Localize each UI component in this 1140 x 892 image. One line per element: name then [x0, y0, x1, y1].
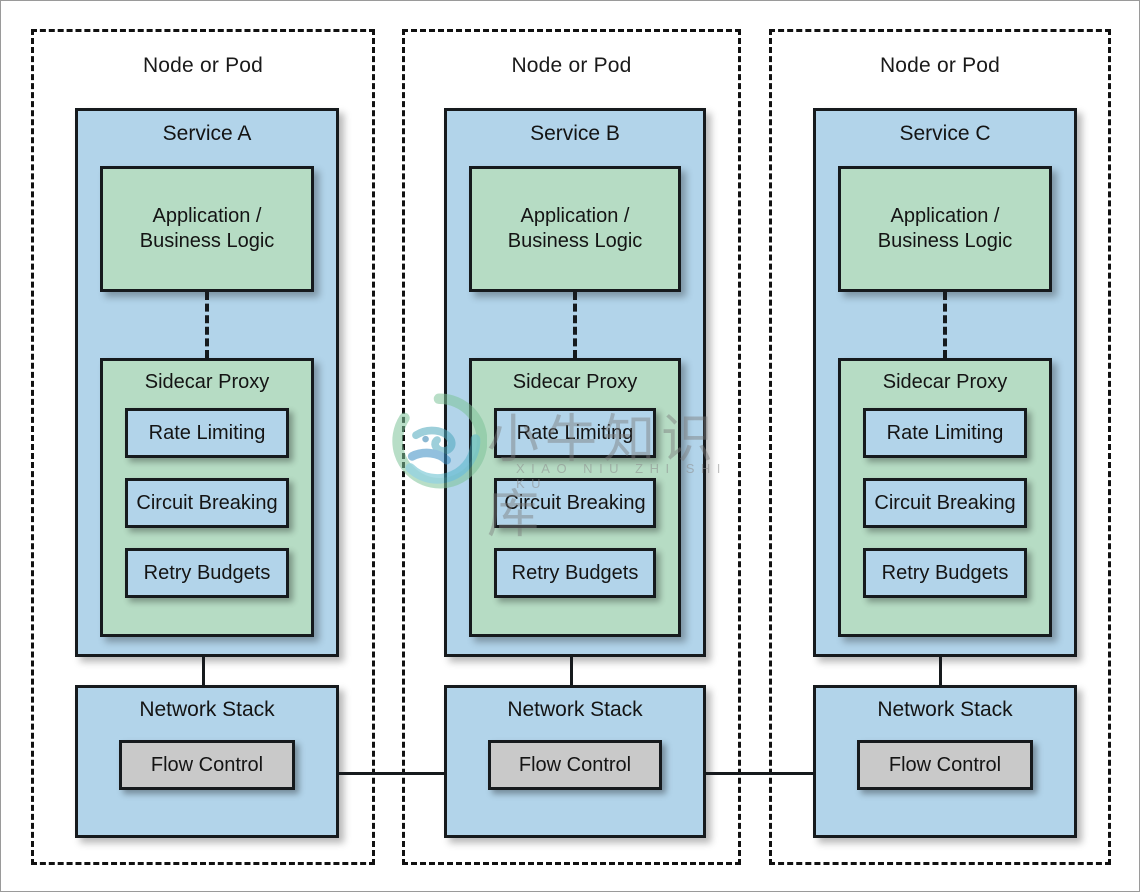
sidecar-proxy-box: Sidecar Proxy Rate Limiting Circuit Brea…	[100, 358, 314, 637]
feature-label: Retry Budgets	[881, 561, 1009, 584]
network-stack-box: Network Stack Flow Control	[813, 685, 1077, 838]
application-label-line2: Business Logic	[507, 230, 643, 252]
feature-label: Circuit Breaking	[504, 491, 646, 514]
node-panel-title: Node or Pod	[879, 54, 1001, 77]
application-business-logic-box: Application / Business Logic	[100, 166, 314, 292]
application-label-line2: Business Logic	[139, 230, 275, 252]
node-or-pod-panel-2: Node or Pod Service B Application / Busi…	[402, 29, 741, 865]
node-or-pod-panel-3: Node or Pod Service C Application / Busi…	[769, 29, 1111, 865]
sidecar-proxy-title: Sidecar Proxy	[144, 371, 270, 393]
flow-control-box: Flow Control	[119, 740, 295, 790]
feature-rate-limiting: Rate Limiting	[863, 408, 1027, 458]
sidecar-proxy-title: Sidecar Proxy	[512, 371, 638, 393]
application-label: Application / Business Logic	[508, 204, 643, 254]
service-to-network-stack-connector	[570, 657, 573, 685]
feature-label: Rate Limiting	[886, 421, 1004, 444]
network-stack-box: Network Stack Flow Control	[444, 685, 706, 838]
node-panel-title: Node or Pod	[511, 54, 632, 77]
app-to-sidecar-dashed-connector	[943, 292, 947, 358]
feature-retry-budgets: Retry Budgets	[494, 548, 656, 598]
feature-rate-limiting: Rate Limiting	[494, 408, 656, 458]
feature-retry-budgets: Retry Budgets	[863, 548, 1027, 598]
sidecar-feature-list: Rate Limiting Circuit Breaking Retry Bud…	[494, 408, 656, 616]
diagram-canvas: Node or Pod Service A Application / Busi…	[0, 0, 1140, 892]
feature-label: Rate Limiting	[516, 421, 634, 444]
service-box-c: Service C Application / Business Logic S…	[813, 108, 1077, 657]
feature-label: Rate Limiting	[148, 421, 266, 444]
flow-control-box: Flow Control	[488, 740, 662, 790]
service-box-b: Service B Application / Business Logic S…	[444, 108, 706, 657]
feature-label: Circuit Breaking	[136, 491, 278, 514]
network-stack-title: Network Stack	[877, 698, 1013, 721]
service-title: Service C	[899, 122, 991, 145]
feature-label: Retry Budgets	[511, 561, 639, 584]
sidecar-feature-list: Rate Limiting Circuit Breaking Retry Bud…	[863, 408, 1027, 616]
sidecar-proxy-box: Sidecar Proxy Rate Limiting Circuit Brea…	[469, 358, 681, 637]
app-to-sidecar-dashed-connector	[573, 292, 577, 358]
network-stack-title: Network Stack	[507, 698, 643, 721]
application-label: Application / Business Logic	[140, 204, 275, 254]
flow-control-label: Flow Control	[518, 753, 632, 776]
feature-circuit-breaking: Circuit Breaking	[863, 478, 1027, 528]
feature-label: Circuit Breaking	[874, 491, 1016, 514]
feature-label: Retry Budgets	[143, 561, 271, 584]
service-title: Service B	[530, 122, 620, 145]
application-label-line2: Business Logic	[877, 230, 1013, 252]
sidecar-proxy-box: Sidecar Proxy Rate Limiting Circuit Brea…	[838, 358, 1052, 637]
link-node1-to-node2	[336, 772, 444, 775]
application-label-line1: Application /	[520, 205, 630, 227]
application-business-logic-box: Application / Business Logic	[838, 166, 1052, 292]
application-label-line1: Application /	[890, 205, 1000, 227]
sidecar-feature-list: Rate Limiting Circuit Breaking Retry Bud…	[125, 408, 289, 616]
network-stack-title: Network Stack	[139, 698, 275, 721]
application-label-line1: Application /	[152, 205, 262, 227]
service-to-network-stack-connector	[938, 657, 942, 685]
feature-rate-limiting: Rate Limiting	[125, 408, 289, 458]
network-stack-box: Network Stack Flow Control	[75, 685, 339, 838]
node-or-pod-panel-1: Node or Pod Service A Application / Busi…	[31, 29, 375, 865]
application-business-logic-box: Application / Business Logic	[469, 166, 681, 292]
feature-retry-budgets: Retry Budgets	[125, 548, 289, 598]
service-to-network-stack-connector	[201, 657, 205, 685]
flow-control-label: Flow Control	[888, 753, 1002, 776]
feature-circuit-breaking: Circuit Breaking	[494, 478, 656, 528]
link-node2-to-node3	[703, 772, 813, 775]
service-box-a: Service A Application / Business Logic S…	[75, 108, 339, 657]
application-label: Application / Business Logic	[878, 204, 1013, 254]
app-to-sidecar-dashed-connector	[205, 292, 209, 358]
service-title: Service A	[162, 122, 252, 145]
sidecar-proxy-title: Sidecar Proxy	[882, 371, 1008, 393]
feature-circuit-breaking: Circuit Breaking	[125, 478, 289, 528]
flow-control-label: Flow Control	[150, 753, 264, 776]
node-panel-title: Node or Pod	[142, 54, 264, 77]
flow-control-box: Flow Control	[857, 740, 1033, 790]
